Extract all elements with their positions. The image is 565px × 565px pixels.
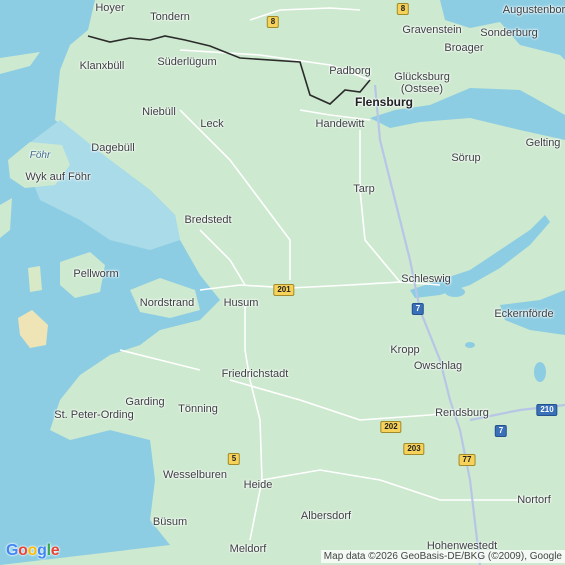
logo-letter: o — [18, 542, 28, 559]
city-label-busum[interactable]: Büsum — [153, 516, 187, 528]
island-label-fohr[interactable]: Föhr — [30, 150, 51, 162]
map-base-layer — [0, 0, 565, 565]
logo-letter: e — [50, 542, 60, 559]
city-label-hoyer[interactable]: Hoyer — [95, 2, 124, 14]
city-label-kropp[interactable]: Kropp — [390, 344, 419, 356]
google-logo[interactable]: Google — [6, 542, 60, 560]
road-shield-b77: 77 — [458, 454, 476, 466]
road-shield-b8-east: 8 — [396, 3, 410, 15]
road-shield-b8-west: 8 — [266, 16, 280, 28]
city-label-sorup[interactable]: Sörup — [451, 152, 480, 164]
city-label-tondern[interactable]: Tondern — [150, 11, 190, 23]
city-label-augustenborg[interactable]: Augustenbor — [503, 4, 565, 16]
logo-letter: G — [6, 542, 19, 559]
city-label-bredstedt[interactable]: Bredstedt — [184, 214, 231, 226]
city-label-husum[interactable]: Husum — [224, 297, 259, 309]
city-label-friedrichstadt[interactable]: Friedrichstadt — [222, 368, 289, 380]
city-label-rendsburg[interactable]: Rendsburg — [435, 407, 489, 419]
city-label-padborg[interactable]: Padborg — [329, 65, 371, 77]
city-label-dagebull[interactable]: Dagebüll — [91, 142, 134, 154]
city-label-leck[interactable]: Leck — [200, 118, 223, 130]
city-label-tonning[interactable]: Tönning — [178, 403, 218, 415]
road-shield-a210: 210 — [536, 404, 558, 416]
city-label-wyk-auf-fohr[interactable]: Wyk auf Föhr — [25, 171, 90, 183]
city-label-broager[interactable]: Broager — [444, 42, 483, 54]
map-attribution[interactable]: Map data ©2026 GeoBasis-DE/BKG (©2009), … — [320, 550, 565, 563]
city-label-suderlugum[interactable]: Süderlügum — [157, 56, 216, 68]
city-label-niebull[interactable]: Niebüll — [142, 106, 176, 118]
road-shield-b201: 201 — [273, 284, 295, 296]
city-label-eckernforde[interactable]: Eckernförde — [494, 308, 553, 320]
city-label-nortorf[interactable]: Nortorf — [517, 494, 551, 506]
city-label-st-peter-ording[interactable]: St. Peter-Ording — [54, 409, 133, 421]
logo-letter: o — [27, 542, 38, 559]
city-label-heide[interactable]: Heide — [244, 479, 273, 491]
road-shield-b202: 202 — [380, 421, 402, 433]
city-label-albersdorf[interactable]: Albersdorf — [301, 510, 351, 522]
road-shield-a7-rendsburg: 7 — [494, 425, 508, 437]
road-shield-b5: 5 — [227, 453, 241, 465]
city-label-klanxbull[interactable]: Klanxbüll — [80, 60, 125, 72]
city-label-flensburg[interactable]: Flensburg — [355, 96, 413, 108]
city-label-gelting[interactable]: Gelting — [526, 137, 561, 149]
city-label-nordstrand[interactable]: Nordstrand — [140, 297, 194, 309]
city-label-owschlag[interactable]: Owschlag — [414, 360, 462, 372]
city-label-tarp[interactable]: Tarp — [353, 183, 374, 195]
city-label-garding[interactable]: Garding — [125, 396, 164, 408]
city-label-handewitt[interactable]: Handewitt — [316, 118, 365, 130]
hooge-island — [28, 266, 42, 292]
road-shield-a7-schleswig: 7 — [411, 303, 425, 315]
map-view[interactable]: Hoyer Tondern Augustenbor Gravenstein So… — [0, 0, 565, 565]
city-label-sonderburg[interactable]: Sonderburg — [480, 27, 538, 39]
city-label-gravenstein[interactable]: Gravenstein — [402, 24, 461, 36]
city-label-pellworm[interactable]: Pellworm — [73, 268, 118, 280]
city-label-meldorf[interactable]: Meldorf — [230, 543, 267, 555]
city-label-wesselburen[interactable]: Wesselburen — [163, 469, 227, 481]
city-label-glucksburg[interactable]: Glücksburg (Ostsee) — [394, 71, 450, 95]
city-label-schleswig[interactable]: Schleswig — [401, 273, 451, 285]
logo-letter: g — [37, 542, 47, 559]
road-shield-b203: 203 — [403, 443, 425, 455]
